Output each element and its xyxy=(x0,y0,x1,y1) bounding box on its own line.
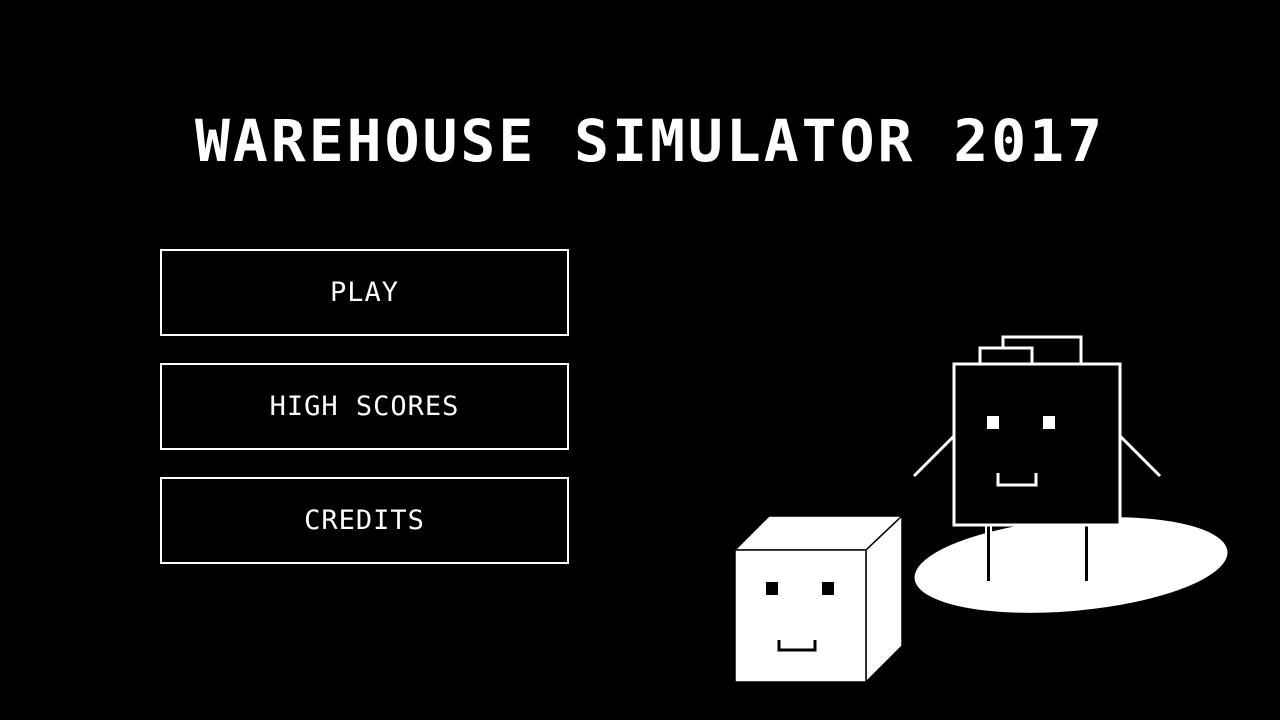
cube-eye-left xyxy=(766,582,778,595)
robot-arm-right xyxy=(1118,434,1162,478)
robot-arm-left xyxy=(912,434,956,478)
cube-eye-right xyxy=(822,582,834,595)
main-menu-screen: WAREHOUSE SIMULATOR 2017 PLAY HIGH SCORE… xyxy=(0,0,1280,720)
robot-body xyxy=(952,362,1122,527)
robot-eye-left xyxy=(987,416,999,429)
robot-flap-front xyxy=(978,346,1034,366)
menu-illustration xyxy=(733,335,1228,684)
cube-character xyxy=(733,514,904,684)
cube-front-face xyxy=(734,549,867,683)
robot-eye-right xyxy=(1043,416,1055,429)
